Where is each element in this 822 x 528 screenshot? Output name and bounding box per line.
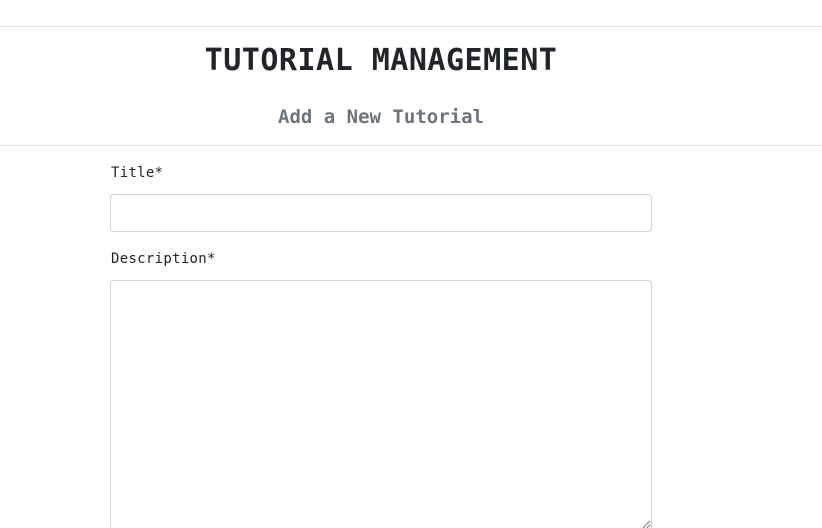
title-label: Title* (111, 165, 164, 181)
description-label: Description* (111, 251, 216, 267)
page: TUTORIAL MANAGEMENT Add a New Tutorial T… (0, 0, 822, 528)
title-input[interactable] (110, 194, 652, 232)
page-title: TUTORIAL MANAGEMENT (204, 43, 558, 78)
description-textarea[interactable] (110, 280, 652, 528)
header-divider (0, 145, 822, 146)
page-header: TUTORIAL MANAGEMENT Add a New Tutorial (0, 27, 762, 145)
page-subtitle: Add a New Tutorial (278, 106, 484, 128)
